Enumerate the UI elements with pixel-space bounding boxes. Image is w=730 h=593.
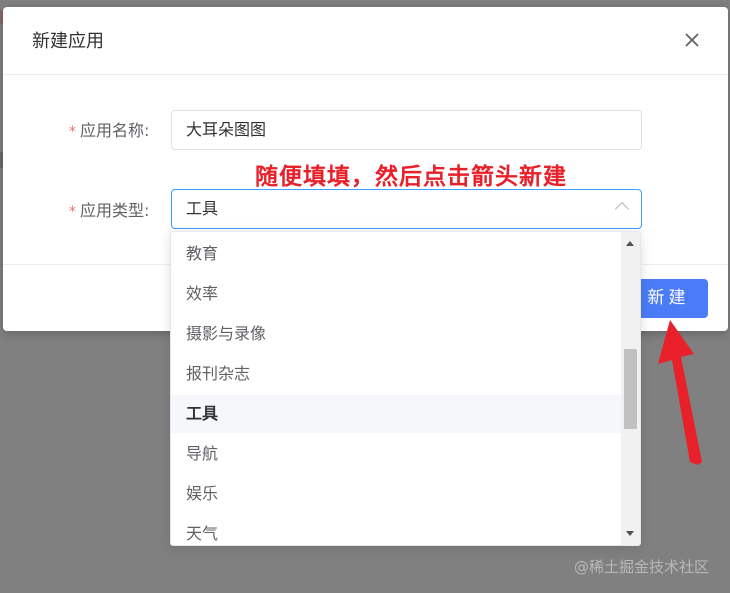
watermark: @稀土掘金技术社区 [574,558,710,576]
close-button[interactable] [679,27,705,53]
red-arrow-annotation [658,320,702,465]
app-type-dropdown: 教育 效率 摄影与录像 报刊杂志 工具 导航 娱乐 天气 [170,231,641,546]
dropdown-option-education[interactable]: 教育 [171,235,621,273]
app-type-label: * 应用类型: [69,200,149,223]
dialog-title: 新建应用 [32,31,104,52]
required-mark: * [69,124,76,140]
scroll-up-arrow-icon[interactable] [626,241,634,246]
scroll-down-arrow-icon[interactable] [626,531,634,536]
app-name-label: * 应用名称: [69,120,149,143]
instruction-annotation: 随便填填，然后点击箭头新建 [255,164,567,190]
dropdown-option-weather[interactable]: 天气 [171,515,621,545]
dropdown-option-magazines[interactable]: 报刊杂志 [171,355,621,393]
dropdown-option-entertainment[interactable]: 娱乐 [171,475,621,513]
required-mark: * [69,204,76,220]
app-name-input[interactable]: 大耳朵图图 [171,110,642,150]
app-name-label-text: 应用名称: [80,121,150,140]
scroll-thumb[interactable] [624,349,637,429]
close-icon [685,33,699,47]
app-type-selected-value: 工具 [186,199,219,218]
dropdown-option-tools[interactable]: 工具 [171,395,621,433]
app-type-select[interactable]: 工具 [171,189,642,229]
dialog-header: 新建应用 [3,7,728,75]
dropdown-option-productivity[interactable]: 效率 [171,275,621,313]
chevron-up-icon [614,201,630,217]
dropdown-scrollbar[interactable] [621,232,640,545]
app-type-label-text: 应用类型: [80,201,150,220]
dropdown-option-navigation[interactable]: 导航 [171,435,621,473]
dropdown-option-photo-video[interactable]: 摄影与录像 [171,315,621,353]
